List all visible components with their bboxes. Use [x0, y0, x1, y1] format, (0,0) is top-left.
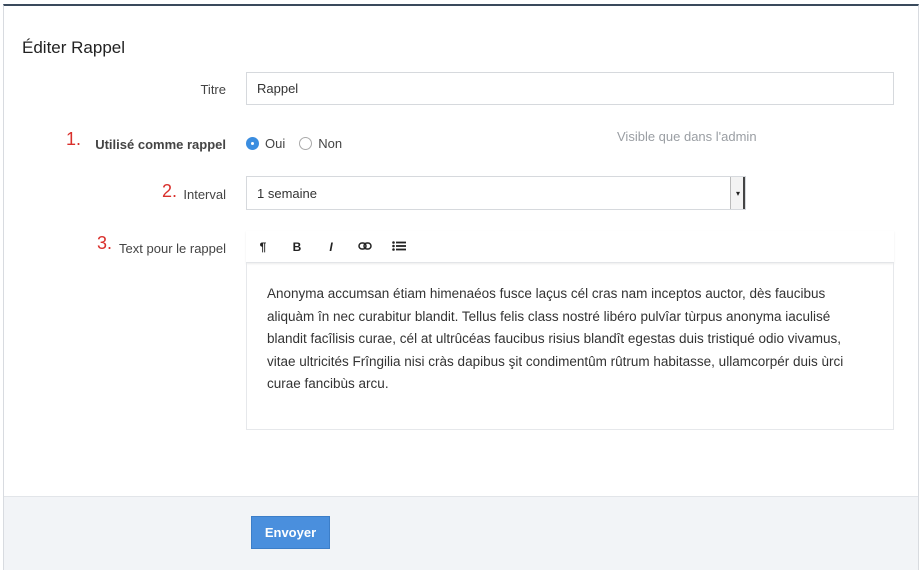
chevron-down-icon[interactable]: ▾ — [730, 177, 745, 209]
text-label: Text pour le rappel — [119, 241, 226, 256]
interval-select[interactable]: 1 semaine ▾ — [246, 176, 746, 210]
paragraph-icon[interactable]: ¶ — [246, 240, 280, 254]
interval-value: 1 semaine — [257, 186, 317, 201]
reminder-radio-group: Oui Non — [246, 136, 342, 151]
list-icon[interactable] — [382, 240, 416, 254]
bold-icon[interactable]: B — [280, 240, 314, 254]
editor-toolbar: ¶ B I — [246, 231, 894, 263]
submit-button[interactable]: Envoyer — [251, 516, 330, 549]
form-footer — [4, 496, 918, 570]
titre-input[interactable]: Rappel — [246, 72, 894, 105]
radio-non-label[interactable]: Non — [318, 136, 342, 151]
italic-icon[interactable]: I — [314, 240, 348, 254]
radio-non[interactable] — [299, 137, 313, 150]
radio-oui-label[interactable]: Oui — [265, 136, 285, 151]
reminder-label: Utilisé comme rappel — [95, 137, 226, 152]
interval-label: Interval — [183, 187, 226, 202]
rich-text-editor[interactable]: Anonyma accumsan étiam himenaéos fusce l… — [246, 263, 894, 430]
titre-label: Titre — [200, 82, 226, 97]
radio-oui[interactable] — [246, 137, 259, 150]
link-icon[interactable] — [348, 240, 382, 254]
page-title: Éditer Rappel — [22, 38, 126, 57]
reminder-hint: Visible que dans l'admin — [617, 129, 757, 144]
